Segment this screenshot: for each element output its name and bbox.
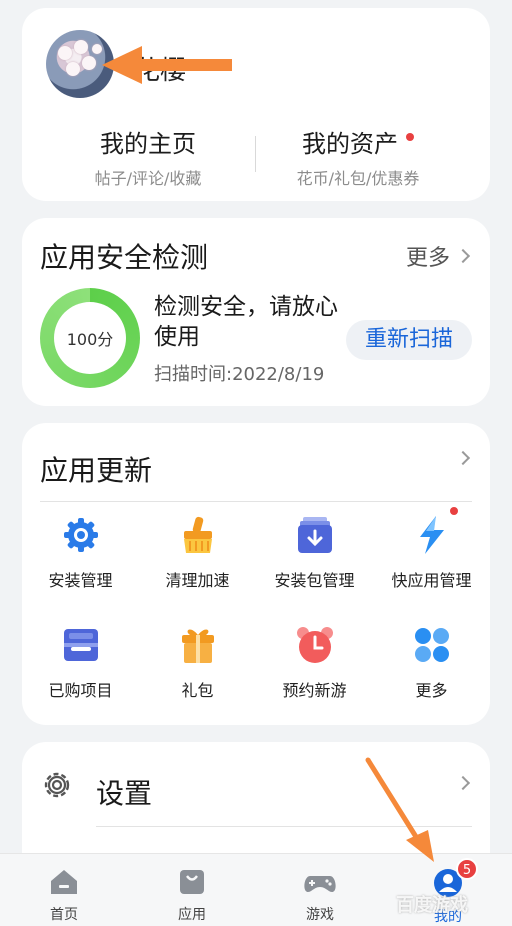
updates-more-chevron[interactable] [455, 450, 471, 466]
gift-icon [178, 625, 218, 665]
settings-chevron [455, 775, 471, 791]
grid-label: 清理加速 [165, 571, 230, 590]
security-more-link[interactable]: 更多 [405, 240, 471, 272]
grid-label: 安装管理 [48, 571, 113, 590]
annotation-arrow-left [102, 46, 232, 84]
chevron-right-icon [455, 248, 471, 264]
notification-dot [406, 133, 414, 141]
grid-label: 预约新游 [282, 681, 347, 700]
security-check-card: 应用安全检测 更多 100分 检测安全，请放心使用 扫描时间:2022/8/19… [22, 218, 490, 406]
bag-icon [180, 870, 204, 894]
nav-label: 游戏 [306, 907, 334, 923]
grid-item-install-manage[interactable]: 安装管理 [22, 515, 139, 591]
more-label: 更多 [405, 246, 450, 271]
grid-label: 已购项目 [48, 681, 113, 700]
nav-item-apps[interactable]: 应用 [152, 868, 232, 924]
nav-label: 应用 [178, 907, 206, 923]
package-icon [295, 515, 335, 555]
nav-item-home[interactable]: 首页 [24, 868, 104, 924]
my-homepage-subtitle: 帖子/评论/收藏 [94, 169, 202, 188]
gamepad-icon [304, 876, 336, 892]
my-homepage-title: 我的主页 [100, 130, 196, 158]
grid-item-purchased[interactable]: 已购项目 [22, 625, 139, 701]
purchased-icon [61, 625, 101, 665]
my-homepage-button[interactable]: 我的主页 帖子/评论/收藏 [48, 124, 248, 189]
chevron-right-icon [455, 775, 471, 791]
app-updates-card: 应用更新 安装管理 清理加速 安装包管理 快应用管理 已购项目 礼包 预约新游 … [22, 423, 490, 725]
grid-item-more[interactable]: 更多 [373, 625, 490, 701]
my-assets-title: 我的资产 [302, 130, 398, 158]
grid-label: 快应用管理 [391, 571, 472, 590]
security-score-ring: 100分 [40, 288, 140, 388]
updates-title: 应用更新 [40, 454, 153, 487]
annotation-arrow-down [365, 757, 434, 862]
grid-item-gift[interactable]: 礼包 [139, 625, 256, 701]
profile-card: 花樱 我的主页 帖子/评论/收藏 我的资产 花币/礼包/优惠券 [22, 8, 490, 201]
divider [40, 501, 472, 502]
nav-item-games[interactable]: 游戏 [280, 868, 360, 924]
gear-icon [40, 768, 74, 802]
settings-label: 设置 [96, 777, 153, 810]
security-status: 检测安全，请放心使用 [154, 294, 338, 350]
four-petal-icon [412, 625, 452, 665]
home-icon [51, 870, 77, 894]
stat-divider [255, 136, 256, 172]
grid-item-clean-speed[interactable]: 清理加速 [139, 515, 256, 591]
grid-label: 更多 [415, 681, 448, 700]
security-title: 应用安全检测 [40, 241, 209, 274]
lightning-icon [412, 507, 458, 555]
chevron-right-icon [455, 450, 471, 466]
security-score: 100分 [66, 330, 114, 349]
rescan-button[interactable]: 重新扫描 [346, 320, 472, 360]
nav-label: 首页 [50, 907, 78, 923]
grid-label: 安装包管理 [274, 571, 355, 590]
notification-badge: 5 [456, 858, 478, 880]
watermark: 百度游戏 [396, 895, 468, 916]
grid-item-quick-app[interactable]: 快应用管理 [373, 507, 490, 591]
install-manage-icon [61, 515, 101, 555]
grid-label: 礼包 [181, 681, 214, 700]
my-assets-button[interactable]: 我的资产 花币/礼包/优惠券 [258, 124, 458, 189]
grid-item-package-manage[interactable]: 安装包管理 [256, 515, 373, 591]
alarm-clock-icon [295, 625, 335, 665]
my-assets-subtitle: 花币/礼包/优惠券 [296, 169, 420, 188]
broom-icon [178, 515, 218, 555]
grid-item-reserve-game[interactable]: 预约新游 [256, 625, 373, 701]
scan-time: 扫描时间:2022/8/19 [154, 364, 325, 385]
notification-dot [449, 507, 458, 515]
